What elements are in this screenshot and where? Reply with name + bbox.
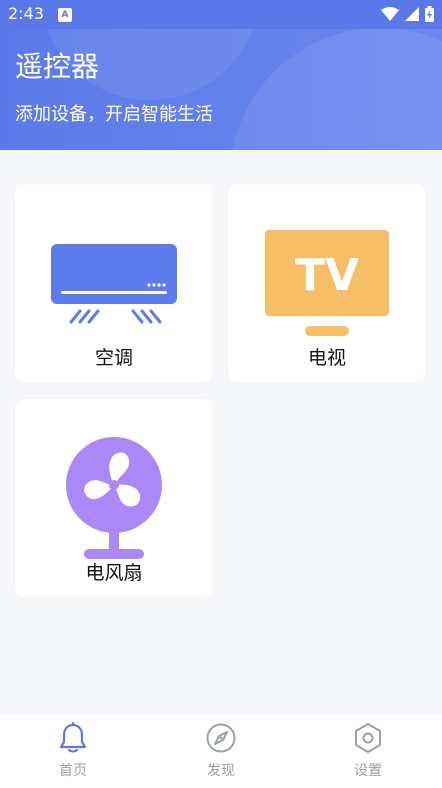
notification-icon: A <box>58 8 72 22</box>
bottom-navigation: 首页 发现 设置 <box>0 713 442 788</box>
device-label: 电风扇 <box>85 562 143 584</box>
nav-item-discover[interactable]: 发现 <box>171 714 271 788</box>
nav-item-settings[interactable]: 设置 <box>318 714 418 788</box>
page-subtitle: 添加设备，开启智能生活 <box>15 104 213 125</box>
nav-label-settings: 设置 <box>354 763 382 779</box>
battery-icon <box>425 6 434 22</box>
bell-icon <box>59 722 87 753</box>
header-decoration-circle <box>230 28 442 150</box>
nav-label-discover: 发现 <box>207 763 235 779</box>
tv-icon: TV <box>265 230 389 336</box>
device-label: 空调 <box>94 347 133 369</box>
wifi-icon <box>381 7 399 21</box>
nav-item-home[interactable]: 首页 <box>23 714 123 788</box>
tv-icon-text: TV <box>295 250 359 301</box>
status-time: 2:43 <box>8 4 44 23</box>
device-card-tv[interactable]: TV 电视 <box>228 184 426 382</box>
air-conditioner-icon <box>51 244 177 324</box>
device-card-fan[interactable]: 电风扇 <box>15 399 213 597</box>
signal-icon <box>405 7 419 21</box>
fan-icon <box>66 437 162 559</box>
hexagon-settings-icon <box>355 723 381 753</box>
compass-icon <box>206 723 236 753</box>
device-card-air-conditioner[interactable]: 空调 <box>15 184 213 382</box>
nav-label-home: 首页 <box>59 763 87 779</box>
status-bar: 2:43 A <box>0 0 442 29</box>
system-icons <box>381 6 434 22</box>
page-title: 遥控器 <box>15 50 100 83</box>
device-label: 电视 <box>307 347 346 369</box>
